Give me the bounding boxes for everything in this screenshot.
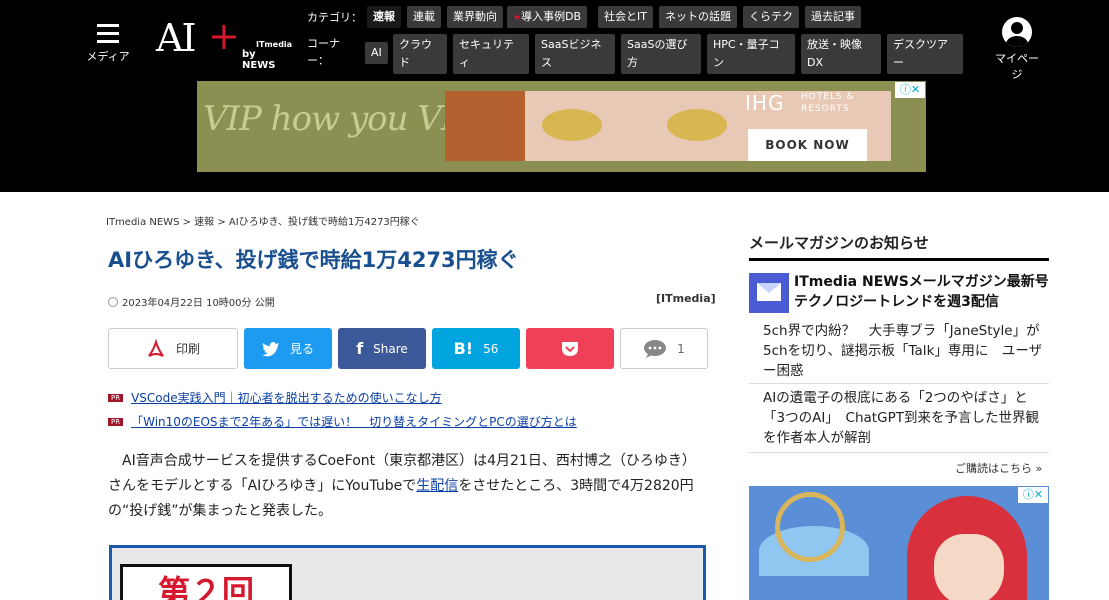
comments-button[interactable]: 1 bbox=[620, 328, 708, 369]
mypage-label: マイページ bbox=[995, 52, 1039, 81]
pr-badge: PR bbox=[108, 394, 124, 402]
hatena-icon: B! bbox=[453, 339, 474, 358]
pocket-icon bbox=[562, 341, 578, 356]
category-kuratech[interactable]: くらテク bbox=[743, 6, 799, 28]
newsletter-mail-icon bbox=[749, 273, 789, 313]
article-lead-paragraph: AI音声合成サービスを提供するCoeFont（東京都港区）は4月21日、西村博之… bbox=[108, 449, 708, 524]
clock-icon bbox=[108, 297, 118, 307]
corner-saas-choose[interactable]: SaaSの選び方 bbox=[621, 34, 701, 74]
ad-brand: IHG bbox=[745, 91, 785, 115]
facebook-label: Share bbox=[373, 341, 408, 356]
user-avatar-icon bbox=[1002, 17, 1032, 47]
pdf-icon bbox=[148, 338, 164, 357]
logo-plus: + bbox=[208, 14, 240, 58]
figure-label: 第２回 bbox=[120, 564, 292, 600]
category-sokuho[interactable]: 速報 bbox=[367, 6, 401, 28]
logo-itmedia: ITmedia bbox=[256, 40, 293, 49]
mypage-button[interactable]: マイページ bbox=[990, 17, 1044, 82]
hatena-bookmark-button[interactable]: B! 56 bbox=[432, 328, 520, 369]
star-icon: ★ bbox=[513, 13, 522, 23]
corner-cloud[interactable]: クラウド bbox=[393, 34, 447, 74]
category-net-topics[interactable]: ネットの話題 bbox=[659, 6, 737, 28]
logo-by-news: by NEWS bbox=[242, 49, 276, 71]
category-industry[interactable]: 業界動向 bbox=[447, 6, 503, 28]
corner-ai[interactable]: AI bbox=[365, 42, 388, 64]
divider bbox=[749, 383, 1049, 384]
category-case-db-label: 導入事例DB bbox=[521, 10, 582, 23]
ad-slogan: VIP how you VIP bbox=[203, 99, 476, 139]
publish-date-text: 2023年04月22日 10時00分 公開 bbox=[122, 298, 275, 309]
breadcrumb[interactable]: ITmedia NEWS > 速報 > AIひろゆき、投げ銭で時給1万4273円… bbox=[106, 213, 420, 228]
category-rensai[interactable]: 連載 bbox=[407, 6, 441, 28]
print-label: 印刷 bbox=[175, 342, 200, 356]
category-case-db[interactable]: ★導入事例DB bbox=[507, 6, 588, 28]
category-label: カテゴリ： bbox=[307, 11, 362, 24]
sidebar-adchoices-icon[interactable]: ⓘ✕ bbox=[1018, 487, 1048, 503]
newsletter-item[interactable]: AIの遺電子の根底にある「2つのやばさ」と「3つのAI」 ChatGPT到来を予… bbox=[763, 388, 1049, 448]
twitter-bird-icon bbox=[261, 341, 279, 356]
comment-count: 1 bbox=[677, 341, 685, 356]
corner-broadcast-dx[interactable]: 放送・映像DX bbox=[801, 34, 881, 74]
ad-character-face bbox=[934, 534, 1004, 600]
corner-label: コーナー： bbox=[307, 37, 340, 67]
category-society-it[interactable]: 社会とIT bbox=[598, 6, 653, 28]
site-logo[interactable]: AI + ITmedia by NEWS bbox=[156, 14, 293, 71]
ad-eye-patch-right bbox=[667, 109, 727, 141]
corner-hpc-quantum[interactable]: HPC・量子コン bbox=[707, 34, 795, 74]
newsletter-heading: メールマガジンのお知らせ bbox=[749, 232, 1049, 261]
media-menu-label: メディア bbox=[86, 50, 130, 63]
category-archive[interactable]: 過去記事 bbox=[805, 6, 861, 28]
site-header: メディア AI + ITmedia by NEWS カテゴリ： 速報 連載 業界… bbox=[0, 0, 1109, 192]
hamburger-icon bbox=[97, 24, 119, 43]
facebook-share-button[interactable]: f Share bbox=[338, 328, 426, 369]
corner-saas-business[interactable]: SaaSビジネス bbox=[535, 34, 615, 74]
sidebar-ad[interactable] bbox=[749, 486, 1049, 600]
divider bbox=[749, 452, 1049, 453]
print-button[interactable]: 印刷 bbox=[108, 328, 238, 369]
newsletter-item[interactable]: 5ch界で内紛？ 大手専ブラ「JaneStyle」が5chを切り、謎掲示板「Ta… bbox=[763, 321, 1049, 381]
pr-link[interactable]: PR 「Win10のEOSまで2年ある」では遅い！ 切り替えタイミングとPCの選び… bbox=[108, 413, 577, 430]
pr-badge: PR bbox=[108, 418, 124, 426]
pr-link-text: 「Win10のEOSまで2年ある」では遅い！ 切り替えタイミングとPCの選び方と… bbox=[131, 415, 577, 429]
ad-ring-art bbox=[775, 492, 845, 562]
article-title: AIひろゆき、投げ銭で時給1万4273円稼ぐ bbox=[108, 248, 519, 272]
live-stream-link[interactable]: 生配信 bbox=[416, 478, 458, 494]
subscribe-link[interactable]: ご購読はこちら » bbox=[955, 460, 1042, 476]
pr-link[interactable]: PR VSCode実践入門｜初心者を脱出するための使いこなし方 bbox=[108, 389, 442, 406]
media-menu-button[interactable]: メディア bbox=[86, 24, 130, 64]
twitter-label: 見る bbox=[289, 342, 314, 356]
ad-brand-sub: HOTELS & RESORTS bbox=[801, 92, 855, 114]
pr-link-text: VSCode実践入門｜初心者を脱出するための使いこなし方 bbox=[131, 391, 442, 405]
hatena-count: 56 bbox=[483, 341, 499, 356]
facebook-icon: f bbox=[356, 339, 364, 358]
logo-ai: AI bbox=[156, 16, 196, 60]
newsletter-latest-link[interactable]: ITmedia NEWSメールマガジン最新号 テクノロジートレンドを週3配信 bbox=[794, 272, 1049, 312]
article-figure: 第２回 bbox=[109, 545, 706, 600]
corner-desk-tour[interactable]: デスクツアー bbox=[887, 34, 963, 74]
article-source: [ITmedia] bbox=[656, 292, 716, 305]
ad-model-hair bbox=[445, 91, 525, 161]
publish-date: 2023年04月22日 10時00分 公開 bbox=[108, 294, 275, 309]
adchoices-close-icon[interactable]: ⓘ✕ bbox=[895, 82, 925, 98]
ad-eye-patch-left bbox=[542, 109, 602, 141]
corner-security[interactable]: セキュリティ bbox=[453, 34, 529, 74]
twitter-share-button[interactable]: 見る bbox=[244, 328, 332, 369]
pocket-button[interactable] bbox=[526, 328, 614, 369]
comment-bubble-icon bbox=[644, 339, 667, 358]
top-ad-banner[interactable]: VIP how you VIP IHG HOTELS & RESORTS BOO… bbox=[197, 81, 926, 172]
ad-book-now-button[interactable]: BOOK NOW bbox=[748, 129, 867, 161]
